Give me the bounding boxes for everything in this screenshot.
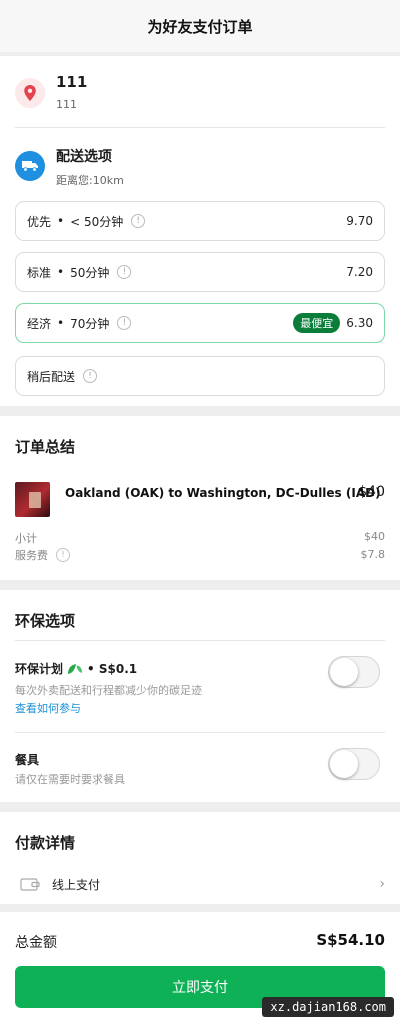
option-label: 稍后配送 bbox=[27, 369, 76, 384]
location-pin-icon bbox=[15, 78, 45, 108]
option-label: 经济 bbox=[27, 316, 52, 331]
delivery-options-title: 配送选项 bbox=[56, 149, 112, 165]
option-price: 7.20 bbox=[346, 265, 373, 279]
delivery-option-priority[interactable]: 优先 • < 50分钟 ! 9.70 bbox=[15, 201, 385, 241]
info-icon[interactable]: ! bbox=[131, 214, 146, 228]
delivery-option-standard[interactable]: 标准 • 50分钟 ! 7.20 bbox=[15, 252, 385, 292]
chevron-right-icon: › bbox=[379, 876, 385, 892]
divider bbox=[15, 640, 385, 641]
subtotal-label: 小计 bbox=[15, 532, 37, 545]
item-name: Oakland (OAK) to Washington, DC-Dulles (… bbox=[65, 486, 381, 500]
option-price: 9.70 bbox=[346, 214, 373, 228]
page-title: 为好友支付订单 bbox=[147, 17, 253, 36]
delivery-option-later[interactable]: 稍后配送 ! bbox=[15, 356, 385, 396]
total-value: S$54.10 bbox=[316, 931, 385, 949]
divider bbox=[15, 732, 385, 733]
toggle-knob bbox=[330, 750, 358, 778]
eco-options-title: 环保选项 bbox=[15, 612, 76, 630]
toggle-knob bbox=[330, 658, 358, 686]
option-time: < 50分钟 bbox=[70, 214, 124, 229]
watermark: xz.dajian168.com bbox=[262, 997, 394, 1017]
eco-learn-more-link[interactable]: 查看如何参与 bbox=[15, 700, 81, 716]
option-label: 优先 bbox=[27, 214, 52, 229]
cutlery-description: 请仅在需要时要求餐具 bbox=[15, 773, 125, 786]
eco-plan-label: 环保计划 bbox=[15, 662, 64, 676]
leaf-icon bbox=[68, 663, 83, 674]
service-fee-label: 服务费 bbox=[15, 549, 48, 562]
delivery-option-economy[interactable]: 经济 • 70分钟 ! 最便宜 6.30 bbox=[15, 303, 385, 343]
divider bbox=[15, 127, 385, 128]
eco-plan-price: • S$0.1 bbox=[87, 661, 138, 676]
cutlery-toggle[interactable] bbox=[328, 748, 380, 780]
payment-title: 付款详情 bbox=[15, 834, 76, 852]
delivery-truck-icon bbox=[15, 151, 45, 181]
page-header: 为好友支付订单 bbox=[0, 0, 400, 52]
service-fee-value: $7.8 bbox=[360, 548, 386, 561]
info-icon[interactable]: ! bbox=[56, 548, 70, 562]
option-time: 70分钟 bbox=[70, 316, 110, 331]
eco-options-section: 环保选项 环保计划 • S$0.1 每次外卖配送和行程都减少你的碳足迹 查看如何… bbox=[0, 590, 400, 802]
service-fee-row: 服务费 ! bbox=[15, 547, 70, 563]
total-label: 总金额 bbox=[15, 935, 57, 951]
info-icon[interactable]: ! bbox=[117, 265, 132, 279]
payment-method-label: 线上支付 bbox=[52, 877, 101, 892]
option-price: 6.30 bbox=[346, 316, 373, 330]
eco-plan-description: 每次外卖配送和行程都减少你的碳足迹 bbox=[15, 684, 202, 697]
item-thumbnail bbox=[15, 482, 50, 517]
order-summary-section: 订单总结 Oakland (OAK) to Washington, DC-Dul… bbox=[0, 416, 400, 580]
item-price: $40 bbox=[358, 484, 385, 500]
info-icon[interactable]: ! bbox=[83, 369, 98, 383]
subtotal-value: $40 bbox=[364, 530, 385, 543]
info-icon[interactable]: ! bbox=[117, 316, 132, 330]
cutlery-title: 餐具 bbox=[15, 753, 40, 767]
payment-method-row[interactable]: 线上支付 › bbox=[15, 870, 385, 898]
order-summary-title: 订单总结 bbox=[15, 438, 76, 456]
option-label: 标准 bbox=[27, 265, 52, 280]
delivery-distance: 距离您:10km bbox=[56, 174, 124, 187]
cheapest-badge: 最便宜 bbox=[293, 313, 341, 333]
wallet-icon bbox=[20, 878, 40, 891]
payment-section: 付款详情 线上支付 › bbox=[0, 812, 400, 904]
address-title[interactable]: 111 bbox=[56, 73, 87, 91]
option-time: 50分钟 bbox=[70, 265, 110, 280]
eco-plan-title: 环保计划 • S$0.1 bbox=[15, 660, 137, 677]
address-subtitle: 111 bbox=[56, 98, 77, 111]
eco-plan-toggle[interactable] bbox=[328, 656, 380, 688]
delivery-section: 111 111 配送选项 距离您:10km 优先 • < 50分钟 ! 9.70… bbox=[0, 56, 400, 406]
